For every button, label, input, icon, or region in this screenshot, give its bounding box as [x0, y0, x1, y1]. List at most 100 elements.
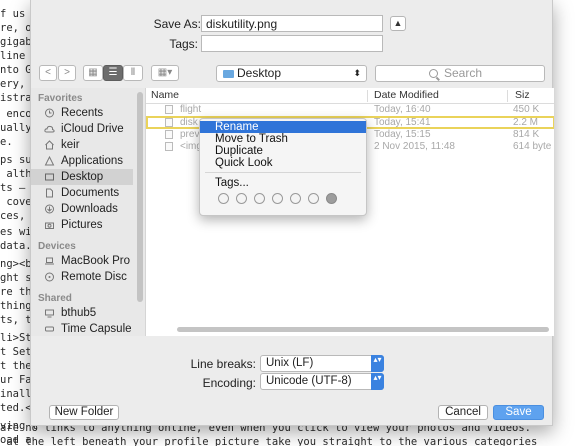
- background-line: li>St: [0, 332, 32, 344]
- clock-icon: [45, 108, 54, 118]
- background-line: inall: [0, 388, 32, 400]
- column-separator[interactable]: [367, 90, 368, 102]
- background-line: ted.<: [0, 402, 32, 414]
- background-line: re, o: [0, 22, 32, 34]
- tags-field[interactable]: [201, 35, 383, 52]
- save-as-field[interactable]: diskutility.png: [201, 15, 383, 32]
- background-line: thing: [0, 300, 32, 312]
- list-view-button[interactable]: ☰: [103, 65, 123, 81]
- sidebar-item-label: Documents: [61, 187, 120, 199]
- tag-color-dot[interactable]: [290, 193, 301, 204]
- new-folder-button[interactable]: New Folder: [49, 405, 119, 420]
- background-line: gigab: [0, 36, 32, 48]
- file-icon: [165, 118, 173, 127]
- sidebar-item-label: Remote Disc: [61, 271, 127, 283]
- sidebar-item-label: iCloud Drive: [61, 123, 124, 135]
- chevron-updown-icon: ⬍: [353, 68, 361, 78]
- line-breaks-label: Line breaks:: [190, 357, 256, 371]
- tag-color-dot[interactable]: [218, 193, 229, 204]
- sidebar-item-desktop[interactable]: Desktop: [31, 169, 133, 185]
- icon-view-button[interactable]: ▦: [83, 65, 103, 81]
- sidebar-item-time-capsule[interactable]: Time Capsule: [31, 321, 133, 336]
- menu-separator: [205, 172, 361, 173]
- arrange-button[interactable]: ▦▾: [151, 65, 179, 81]
- sidebar-item-bthub5[interactable]: bthub5: [31, 305, 133, 321]
- column-header-row: Name Date Modified Siz: [146, 88, 554, 104]
- sidebar-header-shared: Shared: [38, 293, 72, 304]
- line-breaks-value: Unix (LF): [266, 357, 314, 369]
- sidebar-scrollbar[interactable]: [137, 92, 143, 302]
- tag-color-dot[interactable]: [236, 193, 247, 204]
- sidebar-item-recents[interactable]: Recents: [31, 105, 133, 121]
- document-icon: [46, 188, 53, 198]
- column-separator[interactable]: [507, 90, 508, 102]
- sidebar-item-remote-disc[interactable]: Remote Disc: [31, 269, 133, 285]
- background-line: ng><b: [0, 258, 32, 270]
- line-breaks-select[interactable]: Unix (LF) ▴▾: [260, 355, 384, 372]
- file-date: Today, 15:41: [374, 117, 431, 128]
- cancel-button[interactable]: Cancel: [438, 405, 488, 420]
- sidebar-item-label: bthub5: [61, 307, 97, 319]
- tag-color-dot[interactable]: [326, 193, 337, 204]
- tag-color-dot[interactable]: [272, 193, 283, 204]
- encoding-select[interactable]: Unicode (UTF-8) ▴▾: [260, 373, 384, 390]
- forward-button[interactable]: >: [58, 65, 76, 81]
- sidebar-item-keir[interactable]: keir: [31, 137, 133, 153]
- column-view-button[interactable]: Ⅱ: [123, 65, 143, 81]
- horizontal-scrollbar[interactable]: [177, 327, 549, 332]
- download-icon: [45, 204, 54, 214]
- search-input[interactable]: Search: [375, 65, 545, 82]
- menu-item-rename[interactable]: Rename: [200, 121, 366, 133]
- column-header-date[interactable]: Date Modified: [374, 89, 439, 101]
- background-line: at the left beneath your profile picture…: [0, 436, 538, 446]
- expand-dialog-button[interactable]: ▲: [390, 16, 406, 31]
- file-size: 450 K: [513, 104, 540, 115]
- sidebar-item-label: keir: [61, 139, 80, 151]
- sidebar-item-pictures[interactable]: Pictures: [31, 217, 133, 233]
- tag-color-dot[interactable]: [254, 193, 265, 204]
- tags-label: Tags:: [169, 37, 198, 51]
- sidebar-item-macbook-pro[interactable]: MacBook Pro: [31, 253, 133, 269]
- sidebar-item-label: Pictures: [61, 219, 103, 231]
- background-line: nto G: [0, 64, 32, 76]
- sidebar-item-label: Applications: [61, 155, 124, 167]
- location-label: Desktop: [237, 66, 282, 80]
- menu-item-duplicate[interactable]: Duplicate: [200, 145, 366, 157]
- sidebar-item-icloud-drive[interactable]: iCloud Drive: [31, 121, 133, 137]
- time-capsule-icon: [45, 326, 54, 332]
- sidebar-item-documents[interactable]: Documents: [31, 185, 133, 201]
- background-line: t Set: [0, 346, 32, 358]
- back-button[interactable]: <: [39, 65, 57, 81]
- column-header-name[interactable]: Name: [151, 89, 179, 101]
- disc-icon: [45, 272, 54, 282]
- context-menu: Rename Move to Trash Duplicate Quick Loo…: [199, 118, 367, 216]
- sidebar-item-downloads[interactable]: Downloads: [31, 201, 133, 217]
- sidebar-item-label: Recents: [61, 107, 104, 119]
- background-line: e.: [0, 136, 13, 148]
- background-line: re th: [0, 286, 32, 298]
- sidebar-header-favorites: Favorites: [38, 93, 83, 104]
- sidebar-item-label: Downloads: [61, 203, 118, 215]
- menu-item-move-to-trash[interactable]: Move to Trash: [200, 133, 366, 145]
- save-button[interactable]: Save: [493, 405, 544, 420]
- tag-color-dot[interactable]: [308, 193, 319, 204]
- sidebar-item-label: Time Capsule: [61, 323, 132, 335]
- menu-item-tags[interactable]: Tags...: [200, 177, 366, 189]
- background-line: ght s: [0, 272, 32, 284]
- save-as-label: Save As:: [153, 17, 201, 31]
- folder-icon: [223, 70, 234, 78]
- background-line: ually: [0, 122, 32, 134]
- sidebar-item-applications[interactable]: Applications: [31, 153, 133, 169]
- file-row[interactable]: flight Today, 16:40 450 K: [146, 104, 554, 116]
- file-size: 2.2 M: [513, 117, 539, 128]
- background-line: ur Fa: [0, 374, 32, 386]
- laptop-icon: [45, 257, 54, 265]
- menu-item-quick-look[interactable]: Quick Look: [200, 157, 366, 169]
- home-icon: [45, 140, 54, 150]
- sidebar-item-label: Desktop: [61, 171, 104, 183]
- applications-icon: [44, 156, 55, 166]
- column-header-size[interactable]: Siz: [515, 89, 530, 101]
- location-select[interactable]: Desktop ⬍: [216, 65, 367, 82]
- file-date: Today, 15:15: [374, 129, 431, 140]
- file-size: 814 K: [513, 129, 540, 140]
